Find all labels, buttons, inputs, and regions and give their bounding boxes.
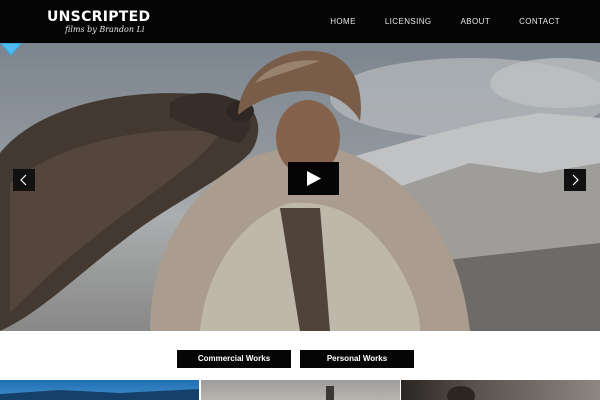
slider-prev-button[interactable] [13, 169, 35, 191]
slider-next-button[interactable] [564, 169, 586, 191]
commercial-works-button[interactable]: Commercial Works [177, 350, 291, 368]
logo-tagline: films by Brandon Li [65, 25, 145, 34]
triangle-down-icon[interactable] [0, 43, 22, 57]
nav-item-home[interactable]: HOME [330, 17, 356, 26]
video-thumbnail[interactable] [201, 380, 400, 400]
nav-item-licensing[interactable]: LICENSING [385, 17, 432, 26]
logo-title: UNSCRIPTED [47, 9, 151, 25]
nav-item-contact[interactable]: CONTACT [519, 17, 560, 26]
hero-slider [0, 43, 600, 331]
play-video-button[interactable] [288, 162, 339, 195]
main-nav: HOME LICENSING ABOUT CONTACT [301, 0, 560, 43]
personal-works-button[interactable]: Personal Works [300, 350, 414, 368]
site-logo[interactable]: UNSCRIPTED films by Brandon Li [47, 9, 151, 37]
play-icon [307, 171, 321, 186]
site-header: UNSCRIPTED films by Brandon Li HOME LICE… [0, 0, 600, 43]
chevron-left-icon [20, 174, 27, 186]
nav-item-about[interactable]: ABOUT [461, 17, 491, 26]
video-thumbnail[interactable] [0, 380, 199, 400]
chevron-right-icon [572, 174, 579, 186]
video-thumbnail[interactable] [401, 380, 600, 400]
